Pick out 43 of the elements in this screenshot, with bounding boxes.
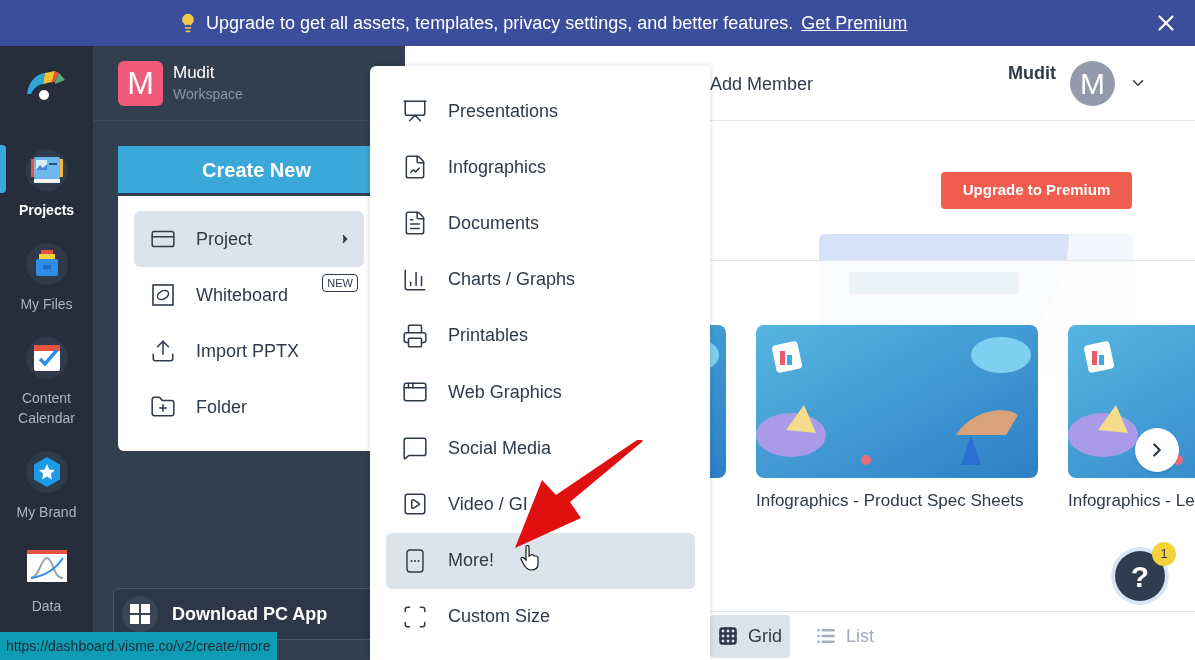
submenu-item[interactable]: Presentations (386, 83, 695, 140)
calendar-check-icon (24, 336, 69, 380)
list-icon (816, 626, 836, 646)
presentation-icon (402, 98, 428, 125)
submenu-item[interactable]: Documents (386, 195, 695, 252)
menu-item[interactable]: Project (134, 211, 364, 267)
template-title: Infographics - Product Spec Sheets (756, 490, 1025, 512)
printer-icon (402, 322, 428, 349)
user-name: Mudit (1008, 61, 1056, 85)
grid-icon (718, 626, 738, 646)
windows-icon (122, 596, 158, 632)
banner-text: Upgrade to get all assets, templates, privacy settings, and better features. (206, 11, 794, 35)
workspace-name: Mudit (173, 62, 216, 84)
submenu-item[interactable]: Social Media (386, 420, 695, 477)
rail-label[interactable]: My Brand (11, 502, 82, 522)
play-icon (402, 491, 428, 518)
status-url-tooltip: https://dashboard.visme.co/v2/create/more (0, 632, 277, 660)
rail-label[interactable]: Data (11, 596, 82, 616)
whiteboard-icon (150, 282, 176, 308)
submenu-item[interactable]: Web Graphics (386, 363, 695, 421)
template-title: Infographics - Le (1068, 490, 1195, 512)
get-premium-link[interactable]: Get Premium (801, 9, 908, 37)
file-box-icon (24, 242, 69, 286)
menu-item[interactable]: Whiteboard NEW (134, 267, 364, 323)
frame-icon (402, 603, 428, 630)
view-toggle[interactable]: Grid (710, 614, 790, 658)
workspace-avatar: M (118, 60, 163, 106)
new-badge: NEW (322, 274, 358, 292)
submenu-item[interactable]: More! (386, 532, 695, 589)
menu-item[interactable]: Import PPTX (134, 323, 364, 379)
submenu-item[interactable]: Printables (386, 307, 695, 364)
image-board-icon (24, 148, 69, 192)
chat-bubble-icon (402, 435, 428, 462)
submenu-item[interactable]: Charts / Graphs (386, 251, 695, 308)
hand-cursor-icon (520, 545, 540, 571)
rail-label[interactable]: Projects (11, 200, 82, 220)
workspace-label: Workspace (173, 85, 243, 104)
rail-label[interactable]: Content Calendar (11, 388, 82, 428)
rail-label[interactable]: My Files (11, 294, 82, 314)
submenu-item[interactable]: Video / GI (386, 476, 695, 533)
menu-item[interactable]: Folder (134, 379, 364, 435)
upload-icon (150, 338, 176, 364)
add-member-link[interactable]: Add Member (710, 70, 814, 98)
